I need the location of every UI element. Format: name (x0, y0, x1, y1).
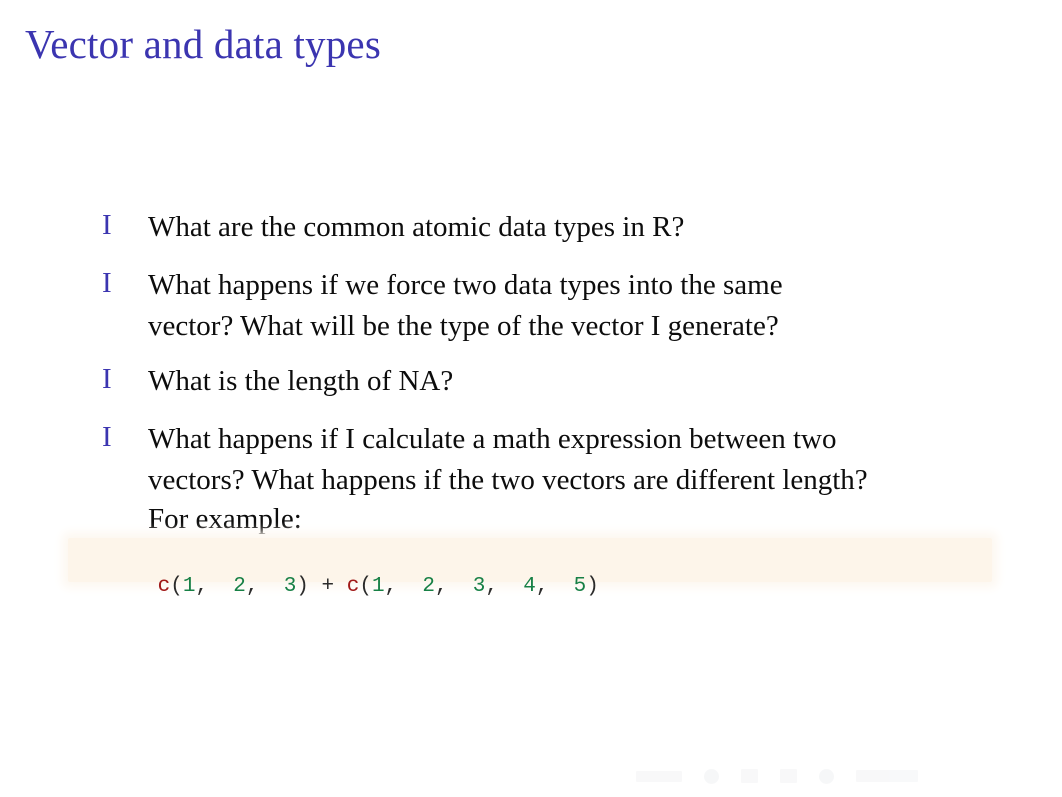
code-token-punct: ) (586, 575, 599, 598)
bullet-4-line-2: vectors? What happens if the two vectors… (148, 465, 868, 496)
code-token-punct: , (245, 575, 284, 598)
code-token-number: 1 (371, 575, 385, 598)
code-token-operator: + (308, 575, 347, 598)
code-line: c(1, 2, 3) + c(1, 2, 3, 4, 5) (82, 545, 599, 629)
code-token-punct: ) (296, 575, 309, 598)
section-prev-next-icon[interactable] (780, 769, 797, 783)
page-title: Vector and data types (25, 21, 381, 67)
code-token-number: 1 (182, 575, 196, 598)
code-token-punct: ( (359, 575, 372, 598)
code-token-number: 4 (523, 575, 536, 598)
code-token-number: 2 (422, 575, 435, 598)
code-token-function: c (157, 575, 171, 598)
code-token-punct: , (485, 575, 524, 598)
bullet-marker-1: I (102, 209, 112, 241)
frame-prev-next-icon[interactable] (704, 768, 719, 784)
beamer-navigation-bar[interactable] (636, 765, 1026, 787)
bullet-marker-4: I (102, 421, 112, 453)
bullet-marker-2: I (102, 267, 112, 299)
code-token-punct: , (535, 575, 574, 598)
presentation-prev-next-icon[interactable] (819, 768, 834, 784)
bullet-3-line-1: What is the length of NA? (148, 366, 454, 397)
code-token-punct: , (195, 575, 234, 598)
bullet-2-line-2: vector? What will be the type of the vec… (148, 311, 779, 342)
back-forward-icon[interactable] (856, 770, 918, 782)
code-token-number: 3 (283, 575, 297, 598)
code-token-punct: , (384, 575, 423, 598)
bullet-4-line-1: What happens if I calculate a math expre… (148, 424, 837, 455)
slide-prev-next-icon[interactable] (636, 770, 682, 782)
beamer-slide: Vector and data types I What are the com… (0, 0, 1062, 797)
code-token-number: 3 (472, 575, 486, 598)
bullet-2-line-1: What happens if we force two data types … (148, 270, 783, 301)
code-token-number: 2 (233, 575, 246, 598)
code-token-number: 5 (573, 575, 587, 598)
subsection-prev-next-icon[interactable] (741, 769, 758, 783)
code-token-punct: ( (170, 575, 183, 598)
bullet-marker-3: I (102, 363, 112, 395)
code-block: c(1, 2, 3) + c(1, 2, 3, 4, 5) (68, 538, 992, 598)
code-token-function: c (346, 575, 360, 598)
bullet-1-line-1: What are the common atomic data types in… (148, 212, 685, 243)
code-token-punct: , (434, 575, 473, 598)
